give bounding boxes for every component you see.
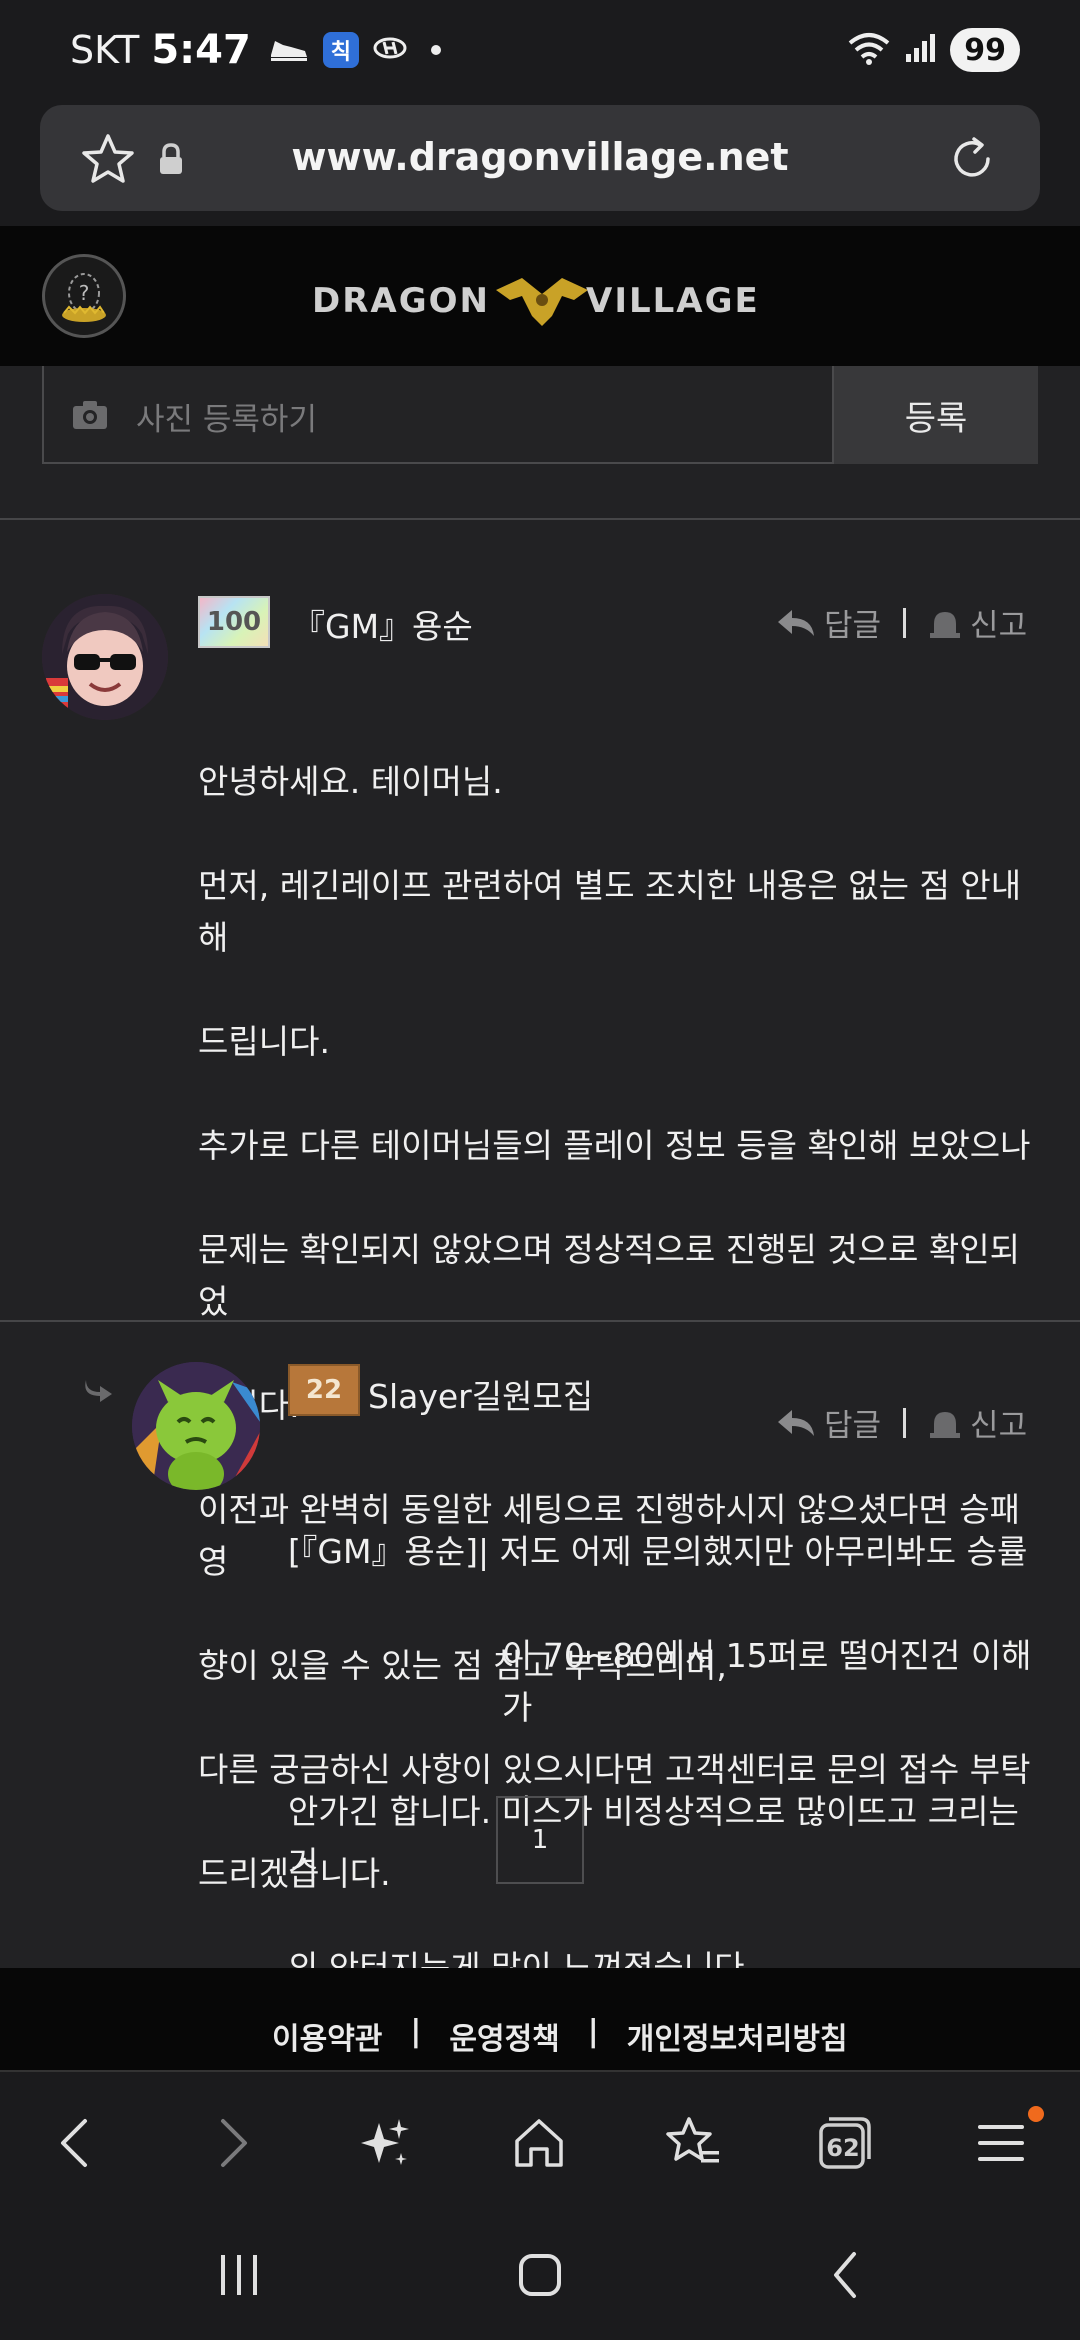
carrier-label: SKT [70, 28, 140, 72]
bookmarks-button[interactable] [658, 2108, 728, 2178]
sneaker-icon [269, 33, 309, 67]
footer-link-policy[interactable]: 운영정책 [449, 2014, 559, 2058]
comment-actions: 답글 신고 [776, 1400, 1027, 1445]
recent-apps-button[interactable] [200, 2240, 280, 2310]
comment-line-text: | 저도 어제 문의했지만 아무리봐도 승률 [478, 1532, 1028, 1571]
tab-count: 62 [826, 2134, 860, 2162]
footer-links: 이용약관 | 운영정책 | 개인정보처리방침 [272, 2014, 848, 2058]
comment-actions: 답글 신고 [776, 600, 1027, 645]
siren-icon [930, 611, 961, 638]
browser-url-area: www.dragonvillage.net [0, 100, 1080, 326]
action-separator [903, 607, 907, 638]
status-bar: SKT 5:47 칙 99 [0, 0, 1080, 100]
comment-divider [0, 1320, 1080, 1322]
footer-separator: | [587, 2014, 599, 2049]
reply-indent-arrow-icon [82, 1378, 114, 1406]
url-bar[interactable]: www.dragonvillage.net [40, 105, 1040, 211]
report-button[interactable]: 신고 [928, 600, 1027, 645]
avatar[interactable] [42, 594, 168, 720]
report-button[interactable]: 신고 [928, 1400, 1027, 1445]
recent-apps-icon [221, 2255, 257, 2295]
home-button[interactable] [504, 2108, 574, 2178]
submit-button[interactable]: 등록 [834, 366, 1038, 464]
report-label: 신고 [970, 1408, 1028, 1444]
clock: 5:47 [151, 27, 251, 73]
page-number-button[interactable]: 1 [496, 1796, 584, 1884]
action-separator [903, 1407, 907, 1438]
reply-button[interactable]: 답글 [776, 600, 881, 645]
siren-icon [930, 1411, 961, 1438]
dragon-emblem-icon [496, 278, 588, 326]
more-notifications-dot [430, 45, 441, 55]
section-divider [0, 518, 1080, 520]
logo-text-right: VILLAGE [586, 281, 760, 321]
chevron-right-icon [221, 2119, 247, 2167]
menu-notification-dot [1028, 2106, 1044, 2122]
back-button[interactable] [40, 2108, 110, 2178]
photo-upload-field[interactable]: 사진 등록하기 [42, 366, 834, 464]
comment-line: 안녕하세요. 테이머님. [198, 762, 503, 801]
comment-author[interactable]: 『GM』용순 [292, 600, 473, 648]
footer-link-terms[interactable]: 이용약관 [272, 2014, 382, 2058]
dragon-village-logo[interactable]: DRAGON VILLAGE [312, 260, 772, 340]
signal-icon [904, 32, 936, 68]
home-square-icon [519, 2254, 561, 2296]
logo-text-left: DRAGON [312, 281, 490, 321]
forward-button[interactable] [198, 2108, 268, 2178]
avatar[interactable] [132, 1362, 260, 1490]
menu-button[interactable] [966, 2108, 1036, 2178]
photo-upload-placeholder: 사진 등록하기 [136, 402, 317, 438]
footer-separator: | [410, 2014, 422, 2049]
hamburger-menu-icon [978, 2125, 1024, 2161]
reply-button[interactable]: 답글 [776, 1400, 881, 1445]
comment-body: [『GM』용순]| 저도 어제 문의했지만 아무리봐도 승률 이 70~80에서… [288, 1474, 1048, 2046]
level-badge: 100 [198, 596, 270, 648]
svg-text:?: ? [79, 281, 90, 305]
app-notification-icon: 칙 [322, 32, 359, 68]
site-header: ? DRAGON VILLAGE [0, 226, 1080, 366]
home-nav-button[interactable] [500, 2240, 580, 2310]
reply-label: 답글 [824, 1408, 882, 1444]
reply-icon [778, 609, 814, 636]
profile-egg-icon[interactable]: ? [42, 254, 126, 338]
photo-upload-row: 사진 등록하기 등록 [42, 366, 1038, 464]
browser-toolbar: 62 [0, 2070, 1080, 2210]
comment-line: 안가긴 합니다. 미스가 비정상적으로 많이뜨고 크리는 거 [288, 1792, 1019, 1883]
comment-line: 이 70~80에서 15퍼로 떨어진건 이해가 [502, 1636, 1032, 1727]
comment-line: 문제는 확인되지 않았으며 정상적으로 진행된 것으로 확인되었 [198, 1230, 1020, 1321]
reload-icon[interactable] [944, 131, 1000, 191]
hyundai-icon [373, 37, 407, 63]
comment-author[interactable]: Slayer길원모집 [368, 1370, 593, 1418]
comment-line: [『GM』용순]| 저도 어제 문의했지만 아무리봐도 승률 [288, 1526, 1048, 1578]
comment-line: 드립니다. [198, 1022, 330, 1061]
mention-link[interactable]: [『GM』용순] [288, 1532, 478, 1571]
report-label: 신고 [970, 608, 1028, 644]
comment-line: 추가로 다른 테이머님들의 플레이 정보 등을 확인해 보았으나 [198, 1126, 1031, 1165]
sparkle-icon [361, 2119, 409, 2165]
ai-sparkle-button[interactable] [350, 2108, 420, 2178]
site-footer: 이용약관 | 운영정책 | 개인정보처리방침 [0, 1968, 1080, 2070]
chevron-left-icon [61, 2119, 87, 2167]
system-navigation-bar [0, 2210, 1080, 2340]
battery-indicator: 99 [950, 28, 1020, 72]
back-nav-button[interactable] [806, 2240, 886, 2310]
tabs-button[interactable]: 62 [810, 2108, 880, 2178]
footer-link-privacy[interactable]: 개인정보처리방침 [627, 2014, 848, 2058]
camera-icon [72, 400, 108, 434]
wifi-icon [848, 31, 890, 69]
reply-icon [778, 1409, 814, 1436]
comment-line: 먼저, 레긴레이프 관련하여 별도 조치한 내용은 없는 점 안내해 [198, 866, 1022, 957]
level-badge: 22 [288, 1364, 360, 1416]
star-list-icon [666, 2117, 719, 2163]
home-icon [515, 2119, 563, 2167]
back-chevron-icon [834, 2252, 856, 2298]
reply-label: 답글 [824, 608, 882, 644]
url-text[interactable]: www.dragonvillage.net [40, 135, 1040, 179]
